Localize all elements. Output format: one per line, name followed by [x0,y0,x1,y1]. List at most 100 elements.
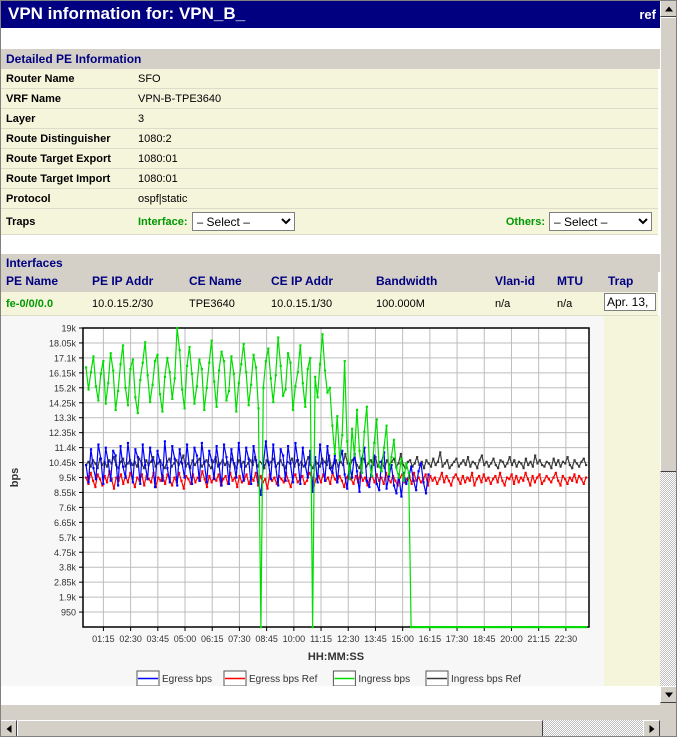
svg-text:08:45: 08:45 [255,634,278,644]
interfaces-table: PE Name PE IP Addr CE Name CE IP Addr Ba… [0,272,658,316]
svg-text:14.25k: 14.25k [49,398,77,408]
column-bandwidth: Bandwidth [370,272,489,292]
svg-text:01:15: 01:15 [92,634,115,644]
others-select[interactable]: – Select – [549,212,652,231]
svg-text:6.65k: 6.65k [54,518,77,528]
svg-text:1.9k: 1.9k [59,593,77,603]
svg-text:15:00: 15:00 [391,634,414,644]
svg-text:06:15: 06:15 [201,634,224,644]
page-title: VPN information for: VPN_B_ [8,4,245,24]
svg-text:11:15: 11:15 [310,634,332,644]
column-trap: Trap [602,272,658,292]
interfaces-heading: Interfaces [0,254,660,272]
svg-text:21:15: 21:15 [527,634,550,644]
svg-text:17:30: 17:30 [446,634,469,644]
svg-text:15.2k: 15.2k [54,383,77,393]
cell-bandwidth: 100.000M [370,292,489,316]
svg-text:8.55k: 8.55k [54,488,77,498]
route-distinguisher-value: 1080:2 [132,129,658,149]
detailed-pe-information-heading: Detailed PE Information [0,48,660,69]
router-name-label: Router Name [0,69,132,89]
scroll-right-button[interactable] [643,720,660,737]
vrf-name-label: VRF Name [0,89,132,109]
cell-ce-name: TPE3640 [183,292,265,316]
svg-text:07:30: 07:30 [228,634,251,644]
route-distinguisher-label: Route Distinguisher [0,129,132,149]
svg-text:11.4k: 11.4k [55,443,77,453]
svg-text:5.7k: 5.7k [59,533,77,543]
svg-text:17.1k: 17.1k [54,353,77,363]
svg-text:20:00: 20:00 [500,634,523,644]
table-row: Route Distinguisher 1080:2 [0,129,658,149]
cell-pe-name[interactable]: fe-0/0/0.0 [0,292,86,316]
table-row: VRF Name VPN-B-TPE3640 [0,89,658,109]
interfaces-header-row: PE Name PE IP Addr CE Name CE IP Addr Ba… [0,272,658,292]
cell-pe-ip: 10.0.15.2/30 [86,292,183,316]
column-vlan-id: Vlan-id [489,272,551,292]
refresh-link[interactable]: ref [639,7,656,22]
traps-label: Traps [0,209,132,235]
svg-text:13.3k: 13.3k [54,413,77,423]
triangle-down-icon [665,692,673,697]
triangle-up-icon [665,6,673,11]
vertical-scroll-track[interactable] [660,17,677,686]
trap-date-field[interactable]: Apr. 13, [604,293,656,311]
traffic-chart-pane: 19k 18.05k 17.1k 16.15k 15.2k 14.25k 13.3k 12.3… [0,316,604,686]
title-gap [0,28,660,48]
triangle-right-icon [649,725,654,733]
router-name-value: SFO [132,69,658,89]
svg-text:02:30: 02:30 [119,634,142,644]
table-row: Layer 3 [0,109,658,129]
svg-text:7.6k: 7.6k [59,503,77,513]
traffic-chart: 19k 18.05k 17.1k 16.15k 15.2k 14.25k 13.3k 12.3… [0,316,604,686]
svg-text:16.15k: 16.15k [49,368,77,378]
protocol-value: ospf|static [132,189,658,209]
table-row: Route Target Import 1080:01 [0,169,658,189]
detailed-pe-information-table: Router Name SFO VRF Name VPN-B-TPE3640 L… [0,69,658,235]
svg-text:Egress bps: Egress bps [162,674,212,685]
vertical-scroll-thumb[interactable] [660,17,677,472]
interface-select-label: Interface: [138,216,188,228]
svg-text:18.05k: 18.05k [49,338,77,348]
route-target-import-value: 1080:01 [132,169,658,189]
svg-text:10.45k: 10.45k [49,458,77,468]
scroll-left-button[interactable] [0,720,17,737]
svg-text:16:15: 16:15 [419,634,442,644]
svg-text:Ingress bps: Ingress bps [358,674,410,685]
scroll-down-button[interactable] [660,686,677,703]
svg-text:18:45: 18:45 [473,634,496,644]
svg-text:12.35k: 12.35k [49,428,77,438]
svg-text:950: 950 [61,608,76,618]
column-pe-ip-addr: PE IP Addr [86,272,183,292]
cell-mtu: n/a [551,292,602,316]
svg-text:2.85k: 2.85k [54,578,77,588]
page-title-bar: VPN information for: VPN_B_ ref [0,0,660,28]
route-target-export-label: Route Target Export [0,149,132,169]
horizontal-scrollbar[interactable] [0,720,660,737]
svg-text:4.75k: 4.75k [54,548,77,558]
layer-value: 3 [132,109,658,129]
svg-text:03:45: 03:45 [147,634,170,644]
svg-text:22:30: 22:30 [555,634,578,644]
horizontal-scroll-track[interactable] [17,720,643,737]
traffic-chart-band: 19k 18.05k 17.1k 16.15k 15.2k 14.25k 13.3k 12.3… [0,316,660,686]
svg-text:19k: 19k [61,324,76,334]
section-divider [0,235,660,254]
route-target-import-label: Route Target Import [0,169,132,189]
svg-text:Ingress bps Ref: Ingress bps Ref [451,674,521,685]
vertical-scrollbar[interactable] [660,0,677,720]
others-select-label: Others: [506,216,545,228]
interface-select[interactable]: – Select – [192,212,295,231]
scroll-up-button[interactable] [660,0,677,17]
column-pe-name: PE Name [0,272,86,292]
horizontal-scroll-thumb[interactable] [17,720,543,737]
table-row: fe-0/0/0.0 10.0.15.2/30 TPE3640 10.0.15.… [0,292,658,316]
protocol-label: Protocol [0,189,132,209]
vrf-name-value: VPN-B-TPE3640 [132,89,658,109]
svg-text:10:00: 10:00 [283,634,306,644]
table-row: Route Target Export 1080:01 [0,149,658,169]
column-mtu: MTU [551,272,602,292]
scrollbar-corner [660,720,677,737]
traps-row: Traps Interface: – Select – Others: – Se… [0,209,658,235]
cell-ce-ip: 10.0.15.1/30 [265,292,370,316]
